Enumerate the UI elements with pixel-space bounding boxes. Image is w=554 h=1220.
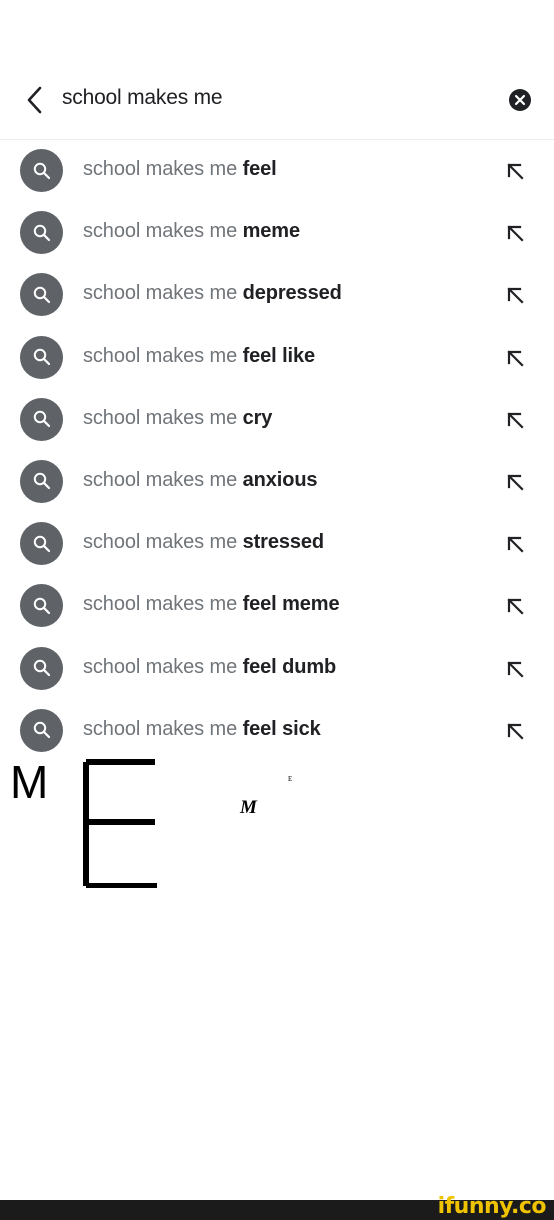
suggestion-item[interactable]: school makes me feel meme [0, 575, 554, 637]
fill-query-arrow-icon[interactable] [503, 347, 527, 371]
fill-query-arrow-icon[interactable] [503, 533, 527, 557]
search-icon [20, 459, 63, 503]
fill-query-arrow-icon[interactable] [503, 409, 527, 433]
search-icon [20, 646, 63, 690]
suggestion-text: school makes me cry [83, 407, 272, 430]
suggestion-prefix: school makes me [83, 468, 243, 491]
suggestion-completion: feel sick [242, 717, 321, 740]
suggestion-text: school makes me anxious [83, 468, 318, 492]
search-icon [20, 584, 63, 628]
suggestion-text: school makes me feel dumb [83, 656, 336, 679]
suggestion-item[interactable]: school makes me stressed [0, 513, 554, 575]
suggestion-completion: feel [242, 158, 277, 180]
suggestion-completion: feel meme [242, 593, 340, 616]
meme-letter-m: M [10, 756, 49, 808]
suggestion-text: school makes me depressed [83, 282, 342, 305]
suggestion-completion: meme [242, 220, 301, 243]
suggestion-completion: feel like [242, 344, 316, 367]
suggestion-completion: depressed [242, 282, 342, 305]
suggestion-prefix: school makes me [83, 158, 243, 180]
fill-query-arrow-icon[interactable] [503, 658, 527, 682]
suggestion-text: school makes me meme [83, 220, 300, 243]
suggestion-item[interactable]: school makes me meme [0, 202, 554, 264]
search-icon [20, 397, 63, 441]
suggestion-item[interactable]: school makes me feel dumb [0, 638, 554, 700]
fill-query-arrow-icon[interactable] [503, 595, 527, 619]
fill-query-arrow-icon[interactable] [503, 160, 527, 184]
back-button[interactable] [18, 82, 50, 118]
suggestion-completion: stressed [242, 531, 325, 554]
search-icon [20, 273, 63, 317]
search-icon [20, 211, 63, 255]
search-input[interactable]: school makes me [62, 86, 223, 110]
suggestion-completion: anxious [242, 468, 318, 491]
suggestion-text: school makes me feel meme [83, 593, 340, 616]
suggestion-prefix: school makes me [83, 344, 243, 367]
watermark-bar: ifunny.co [0, 1194, 554, 1220]
suggestion-prefix: school makes me [83, 406, 243, 429]
meme-small-letter-m: M [240, 797, 257, 818]
fill-query-arrow-icon[interactable] [503, 222, 527, 246]
fill-query-arrow-icon[interactable] [503, 284, 527, 308]
meme-tiny-letter-e: E [288, 775, 293, 783]
search-icon [20, 149, 63, 192]
suggestion-item[interactable]: school makes me depressed [0, 264, 554, 326]
search-icon [20, 708, 63, 752]
search-icon [20, 335, 63, 379]
suggestion-prefix: school makes me [83, 531, 243, 554]
suggestion-prefix: school makes me [83, 593, 243, 616]
chevron-left-icon [27, 86, 42, 114]
meme-letter-e [82, 758, 158, 889]
suggestion-item[interactable]: school makes me cry [0, 389, 554, 451]
suggestion-prefix: school makes me [83, 717, 243, 740]
search-header: school makes me [0, 62, 554, 140]
close-circle-icon [509, 89, 531, 111]
fill-query-arrow-icon[interactable] [503, 720, 527, 744]
suggestion-text: school makes me feel like [83, 345, 315, 368]
suggestion-item[interactable]: school makes me feel like [0, 327, 554, 389]
fill-query-arrow-icon[interactable] [503, 471, 527, 495]
suggestion-text: school makes me feel sick [83, 718, 321, 741]
suggestion-text: school makes me feel [83, 158, 277, 181]
suggestion-item[interactable]: school makes me feel sick [0, 700, 554, 762]
suggestion-completion: feel dumb [242, 655, 337, 678]
suggestion-completion: cry [242, 406, 273, 429]
search-icon [20, 522, 63, 566]
suggestion-text: school makes me stressed [83, 531, 324, 554]
suggestion-list: school makes me feel school makes me mem… [0, 140, 554, 762]
clear-search-button[interactable] [508, 88, 532, 112]
suggestion-item[interactable]: school makes me anxious [0, 451, 554, 513]
suggestion-prefix: school makes me [83, 282, 243, 305]
suggestion-item[interactable]: school makes me feel [0, 140, 554, 202]
suggestion-prefix: school makes me [83, 655, 243, 678]
watermark-logo: ifunny.co [437, 1194, 547, 1219]
suggestion-prefix: school makes me [83, 220, 243, 243]
